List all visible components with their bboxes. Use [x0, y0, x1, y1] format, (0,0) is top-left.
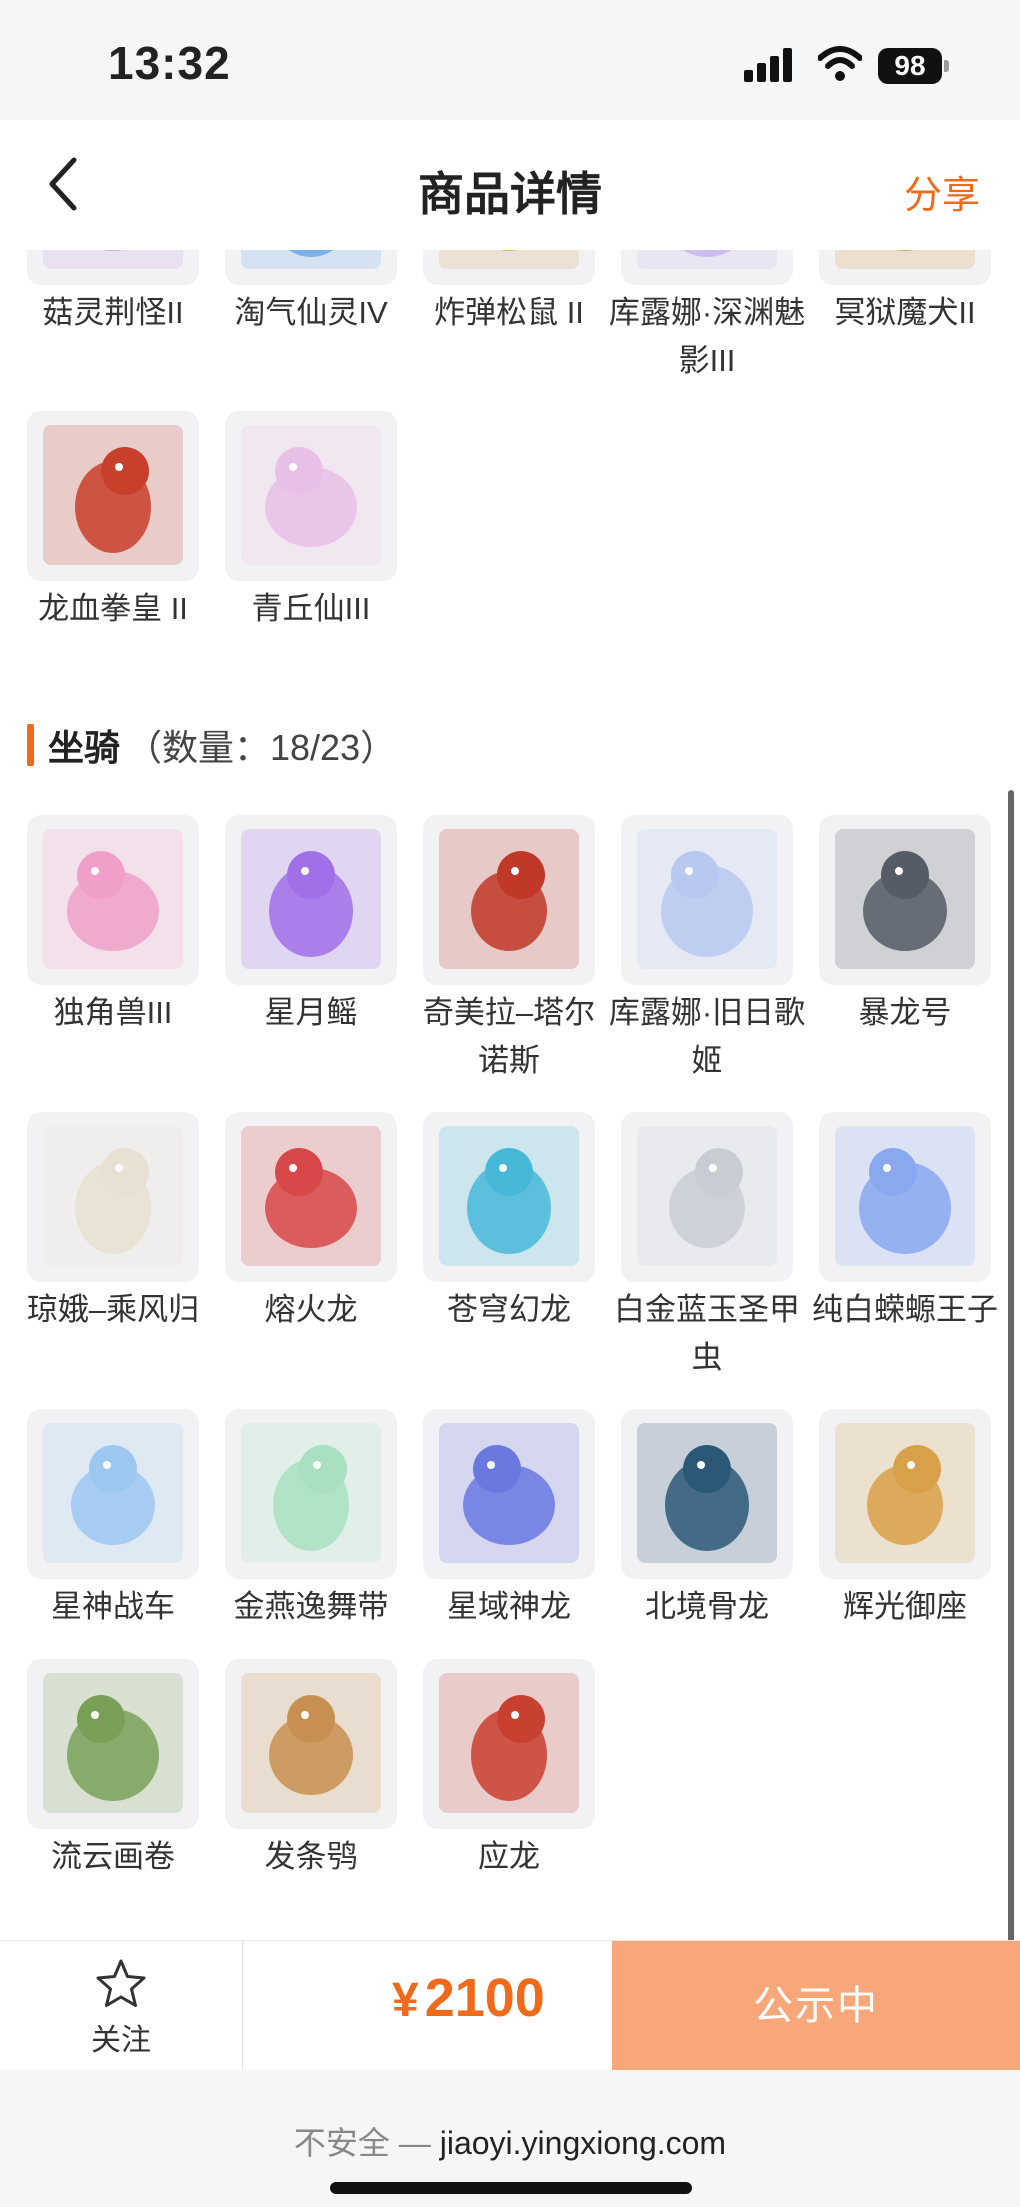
nav-bar: 商品详情 分享 — [0, 120, 1020, 250]
item-name: 纯白蝾螈王子 — [812, 1292, 998, 1327]
status-bar: 13:32 98 — [0, 0, 1020, 120]
grid-item[interactable]: 库露娜·旧日歌姬 — [609, 815, 805, 1085]
grid-item[interactable]: 熔火龙 — [225, 1112, 397, 1334]
url-text[interactable]: 不安全 — jiaoyi.yingxiong.com — [0, 2118, 1020, 2164]
grid-item[interactable]: 暴龙号 — [819, 815, 991, 1037]
scarab-icon — [621, 1112, 793, 1282]
grid-item[interactable]: 发条鸮 — [225, 1659, 397, 1881]
item-name: 星神战车 — [51, 1589, 175, 1624]
item-name: 北境骨龙 — [645, 1589, 769, 1624]
grid-item[interactable]: 纯白蝾螈王子 — [812, 1112, 998, 1334]
url-domain: jiaoyi.yingxiong.com — [439, 2125, 727, 2161]
grid-item[interactable]: 琼娥–乘风归 — [27, 1112, 199, 1334]
yinglong-icon — [423, 1659, 595, 1829]
moon-fairy-icon — [27, 1112, 199, 1282]
item-name: 星月鳐 — [264, 995, 358, 1030]
page-title: 商品详情 — [418, 168, 602, 220]
star-ray-icon — [225, 815, 397, 985]
golden-swallow-icon — [225, 1409, 397, 1579]
item-name: 辉光御座 — [843, 1589, 967, 1624]
public-notice-button[interactable]: 公示中 — [612, 1941, 1020, 2071]
scrollbar[interactable] — [1008, 790, 1014, 1940]
item-name: 应龙 — [478, 1839, 540, 1874]
content-scroll-area[interactable]: 菇灵荆怪II 淘气仙灵IV 炸弹松鼠 II 库露娜·深渊魅影III 冥狱魔犬II 龙血拳皇… — [0, 250, 1020, 1940]
price: ¥2100 — [392, 1967, 545, 2029]
unicorn-icon — [27, 815, 199, 985]
grid-item[interactable]: 流云画卷 — [27, 1659, 199, 1881]
currency-symbol: ¥ — [392, 1974, 419, 2027]
grid-item[interactable]: 奇美拉–塔尔诺斯 — [423, 815, 595, 1085]
chimera-icon — [423, 815, 595, 985]
item-name: 金燕逸舞带 — [233, 1589, 389, 1624]
bone-dragon-icon — [621, 1409, 793, 1579]
item-name: 暴龙号 — [858, 995, 952, 1030]
grid-item[interactable]: 独角兽III — [27, 815, 199, 1037]
grid-item[interactable]: 辉光御座 — [819, 1409, 991, 1631]
radiant-throne-icon — [819, 1409, 991, 1579]
lava-dragon-icon — [225, 1112, 397, 1282]
signal-icon — [744, 48, 798, 82]
insecure-label: 不安全 — — [293, 2125, 431, 2161]
item-name: 库露娜·旧日歌姬 — [608, 995, 806, 1078]
home-indicator — [330, 2182, 692, 2194]
battery-tip — [944, 60, 949, 72]
bamboo-scroll-icon — [27, 1659, 199, 1829]
item-name: 发条鸮 — [264, 1839, 358, 1874]
wifi-icon — [818, 46, 862, 81]
bottom-action-bar: 关注 ¥2100 公示中 — [0, 1940, 1020, 2071]
clockwork-owl-icon — [225, 1659, 397, 1829]
item-name: 熔火龙 — [264, 1292, 358, 1327]
grid-item[interactable]: 白金蓝玉圣甲虫 — [614, 1112, 800, 1382]
follow-label: 关注 — [91, 2024, 151, 2057]
clock: 13:32 — [108, 37, 231, 89]
sky-dragon-icon — [423, 1112, 595, 1282]
battery-icon: 98 — [878, 48, 942, 84]
grid-item[interactable]: 星域神龙 — [423, 1409, 595, 1631]
price-value: 2100 — [424, 1968, 545, 2028]
grid-item[interactable]: 星月鳐 — [225, 815, 397, 1037]
star-domain-dragon-icon — [423, 1409, 595, 1579]
kuluna-singer-icon — [621, 815, 793, 985]
mech-dragon-icon — [819, 815, 991, 985]
item-name: 奇美拉–塔尔诺斯 — [422, 995, 596, 1078]
item-name: 流云画卷 — [51, 1839, 175, 1874]
share-button[interactable]: 分享 — [904, 164, 980, 219]
item-name: 琼娥–乘风归 — [26, 1292, 200, 1327]
grid-item[interactable]: 北境骨龙 — [621, 1409, 793, 1631]
grid-item[interactable]: 星神战车 — [27, 1409, 199, 1631]
grid-item[interactable]: 苍穹幻龙 — [423, 1112, 595, 1334]
grid-item[interactable]: 金燕逸舞带 — [225, 1409, 397, 1631]
follow-button[interactable]: 关注 — [0, 1941, 243, 2071]
browser-url-bar[interactable]: 不安全 — jiaoyi.yingxiong.com — [0, 2070, 1020, 2207]
item-name: 星域神龙 — [447, 1589, 571, 1624]
grid-item[interactable]: 应龙 — [423, 1659, 595, 1881]
item-name: 独角兽III — [53, 995, 173, 1030]
star-outline-icon — [96, 1959, 146, 2007]
axolotl-prince-icon — [819, 1112, 991, 1282]
star-chariot-icon — [27, 1409, 199, 1579]
item-name: 苍穹幻龙 — [447, 1292, 571, 1327]
mount-grid: 独角兽III 星月鳐 奇美拉–塔尔诺斯 库露娜·旧日歌姬 暴龙号琼娥–乘风归 熔火龙 苍穹幻… — [27, 250, 1017, 1940]
item-name: 白金蓝玉圣甲虫 — [614, 1292, 800, 1375]
